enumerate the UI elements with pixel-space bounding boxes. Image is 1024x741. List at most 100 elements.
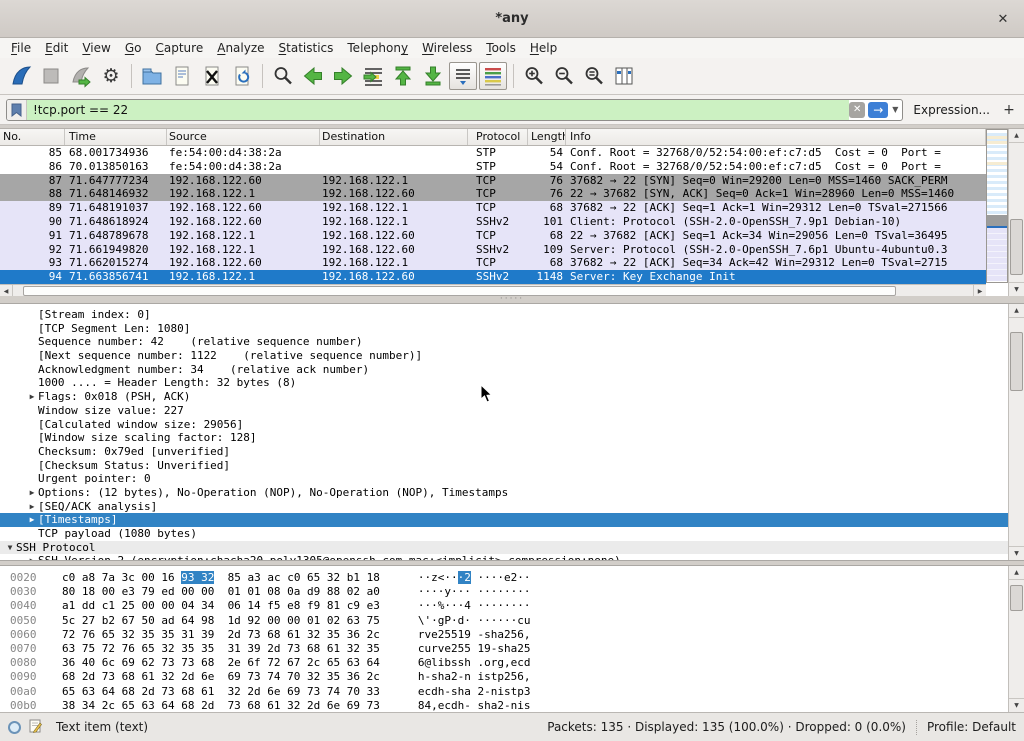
hex-row-0090[interactable]: 009068 2d 73 68 61 32 2d 6e 69 73 74 70 …: [0, 670, 1008, 684]
hex-row-0050[interactable]: 00505c 27 b2 67 50 ad 64 98 1d 92 00 00 …: [0, 614, 1008, 628]
scroll-up-icon[interactable]: ▲: [1009, 304, 1024, 318]
hex-row-0080[interactable]: 008036 40 6c 69 62 73 73 68 2e 6f 72 67 …: [0, 656, 1008, 670]
save-file-icon[interactable]: [168, 62, 196, 90]
hex-bytes[interactable]: 63 75 72 76 65 32 35 35 31 39 2d 73 68 6…: [62, 642, 380, 656]
bookmark-icon[interactable]: [7, 100, 27, 120]
zoom-in-icon[interactable]: [520, 62, 548, 90]
collapsed-arrow-icon[interactable]: ▶: [26, 513, 38, 527]
collapsed-arrow-icon[interactable]: ▶: [26, 554, 38, 561]
scroll-up-icon[interactable]: ▲: [1009, 566, 1024, 580]
vscroll-track[interactable]: [1009, 318, 1024, 546]
packet-row-89[interactable]: 8971.648191037192.168.122.60192.168.122.…: [0, 201, 986, 215]
packet-row-90[interactable]: 9071.648618924192.168.122.60192.168.122.…: [0, 215, 986, 229]
packet-row-93[interactable]: 9371.662015274192.168.122.60192.168.122.…: [0, 256, 986, 270]
hex-bytes[interactable]: 65 63 64 68 2d 73 68 61 32 2d 6e 69 73 7…: [62, 685, 380, 699]
detail-line[interactable]: ▶SSH Version 2 (encryption:chacha20-poly…: [0, 554, 1008, 561]
capture-options-icon[interactable]: ⚙: [97, 62, 125, 90]
hex-bytes[interactable]: 36 40 6c 69 62 73 73 68 2e 6f 72 67 2c 6…: [62, 656, 380, 670]
packet-row-87[interactable]: 8771.647777234192.168.122.60192.168.122.…: [0, 174, 986, 188]
detail-line[interactable]: Window size value: 227: [0, 404, 1008, 418]
scroll-up-icon[interactable]: ▲: [1009, 129, 1024, 143]
hex-ascii[interactable]: ··z<···2 ····e2··: [418, 571, 531, 585]
hex-bytes[interactable]: 38 34 2c 65 63 64 68 2d 73 68 61 32 2d 6…: [62, 699, 380, 712]
pane-splitter[interactable]: ·····: [0, 296, 1024, 303]
column-header-source[interactable]: Source: [167, 129, 320, 145]
detail-line[interactable]: [Next sequence number: 1122 (relative se…: [0, 349, 1008, 363]
hex-ascii[interactable]: ···%···4 ········: [418, 599, 531, 613]
go-to-packet-icon[interactable]: [359, 62, 387, 90]
hex-ascii[interactable]: 6@libssh .org,ecd: [418, 656, 531, 670]
hex-row-0030[interactable]: 003080 18 00 e3 79 ed 00 00 01 01 08 0a …: [0, 585, 1008, 599]
detail-vscrollbar[interactable]: ▲ ▼: [1008, 304, 1024, 560]
menu-analyze[interactable]: Analyze: [210, 39, 271, 57]
vscroll-thumb[interactable]: [1010, 219, 1023, 275]
menu-statistics[interactable]: Statistics: [272, 39, 341, 57]
hex-bytes[interactable]: a1 dd c1 25 00 00 04 34 06 14 f5 e8 f9 8…: [62, 599, 380, 613]
vscroll-track[interactable]: [1009, 143, 1024, 282]
detail-line[interactable]: ▼SSH Protocol: [0, 541, 1008, 555]
filter-apply-icon[interactable]: →: [868, 102, 888, 118]
menu-wireless[interactable]: Wireless: [415, 39, 479, 57]
zoom-out-icon[interactable]: [550, 62, 578, 90]
hex-ascii[interactable]: ecdh-sha 2-nistp3: [418, 685, 531, 699]
hex-row-00b0[interactable]: 00b038 34 2c 65 63 64 68 2d 73 68 61 32 …: [0, 699, 1008, 712]
detail-line[interactable]: ▶[Timestamps]: [0, 513, 1008, 527]
menu-telephony[interactable]: Telephony: [340, 39, 415, 57]
collapsed-arrow-icon[interactable]: ▶: [26, 390, 38, 404]
column-header-length[interactable]: Length: [528, 129, 566, 145]
packet-row-92[interactable]: 9271.661949820192.168.122.1192.168.122.6…: [0, 243, 986, 257]
hex-ascii[interactable]: 84,ecdh- sha2-nis: [418, 699, 531, 712]
auto-scroll-icon[interactable]: [449, 62, 477, 90]
detail-line[interactable]: ▶[SEQ/ACK analysis]: [0, 500, 1008, 514]
detail-line[interactable]: [Stream index: 0]: [0, 308, 1008, 322]
packet-row-94[interactable]: 9471.663856741192.168.122.1192.168.122.6…: [0, 270, 986, 284]
find-packet-icon[interactable]: [269, 62, 297, 90]
hex-bytes[interactable]: 72 76 65 32 35 35 31 39 2d 73 68 61 32 3…: [62, 628, 380, 642]
add-filter-button[interactable]: +: [1000, 102, 1018, 118]
hex-bytes[interactable]: 68 2d 73 68 61 32 2d 6e 69 73 74 70 32 3…: [62, 670, 380, 684]
filter-clear-icon[interactable]: ✕: [849, 102, 865, 118]
packet-minimap[interactable]: [986, 129, 1008, 283]
hex-row-0060[interactable]: 006072 76 65 32 35 35 31 39 2d 73 68 61 …: [0, 628, 1008, 642]
hex-ascii[interactable]: \'·gP·d· ······cu: [418, 614, 531, 628]
detail-line[interactable]: Acknowledgment number: 34 (relative ack …: [0, 363, 1008, 377]
column-header-protocol[interactable]: Protocol: [468, 129, 528, 145]
column-header-destination[interactable]: Destination: [320, 129, 468, 145]
scroll-down-icon[interactable]: ▼: [1009, 282, 1024, 296]
expert-info-icon[interactable]: [8, 721, 21, 734]
go-last-icon[interactable]: [419, 62, 447, 90]
close-file-icon[interactable]: [198, 62, 226, 90]
hex-vscrollbar[interactable]: ▲ ▼: [1008, 566, 1024, 712]
open-file-icon[interactable]: [138, 62, 166, 90]
hex-row-00a0[interactable]: 00a065 63 64 68 2d 73 68 61 32 2d 6e 69 …: [0, 685, 1008, 699]
packet-list-vscrollbar[interactable]: ▲ ▼: [1008, 129, 1024, 296]
hex-ascii[interactable]: curve255 19-sha25: [418, 642, 531, 656]
detail-line[interactable]: TCP payload (1080 bytes): [0, 527, 1008, 541]
expression-button[interactable]: Expression...: [903, 103, 1000, 117]
detail-line[interactable]: ▶Options: (12 bytes), No-Operation (NOP)…: [0, 486, 1008, 500]
vscroll-track[interactable]: [1009, 580, 1024, 698]
hex-row-0020[interactable]: 0020c0 a8 7a 3c 00 16 93 32 85 a3 ac c0 …: [0, 571, 1008, 585]
zoom-original-icon[interactable]: [580, 62, 608, 90]
hex-row-0040[interactable]: 0040a1 dd c1 25 00 00 04 34 06 14 f5 e8 …: [0, 599, 1008, 613]
vscroll-thumb[interactable]: [1010, 332, 1023, 391]
profile-label[interactable]: Profile: Default: [927, 720, 1016, 734]
packet-row-85[interactable]: 8568.001734936fe:54:00:d4:38:2aSTP54Conf…: [0, 146, 986, 160]
ascii-selected-chars[interactable]: ·2: [458, 571, 471, 584]
go-back-icon[interactable]: [299, 62, 327, 90]
menu-file[interactable]: File: [4, 39, 38, 57]
menu-view[interactable]: View: [75, 39, 117, 57]
hscroll-thumb[interactable]: [23, 286, 897, 296]
hex-row-0070[interactable]: 007063 75 72 76 65 32 35 35 31 39 2d 73 …: [0, 642, 1008, 656]
stop-capture-icon[interactable]: [37, 62, 65, 90]
filter-history-caret-icon[interactable]: ▼: [891, 105, 902, 114]
reload-file-icon[interactable]: [228, 62, 256, 90]
detail-line[interactable]: [Calculated window size: 29056]: [0, 418, 1008, 432]
go-first-icon[interactable]: [389, 62, 417, 90]
hex-ascii[interactable]: h-sha2-n istp256,: [418, 670, 531, 684]
detail-line[interactable]: [Checksum Status: Unverified]: [0, 459, 1008, 473]
menu-edit[interactable]: Edit: [38, 39, 75, 57]
menu-tools[interactable]: Tools: [479, 39, 523, 57]
capture-comment-icon[interactable]: [29, 719, 42, 736]
menu-go[interactable]: Go: [118, 39, 149, 57]
